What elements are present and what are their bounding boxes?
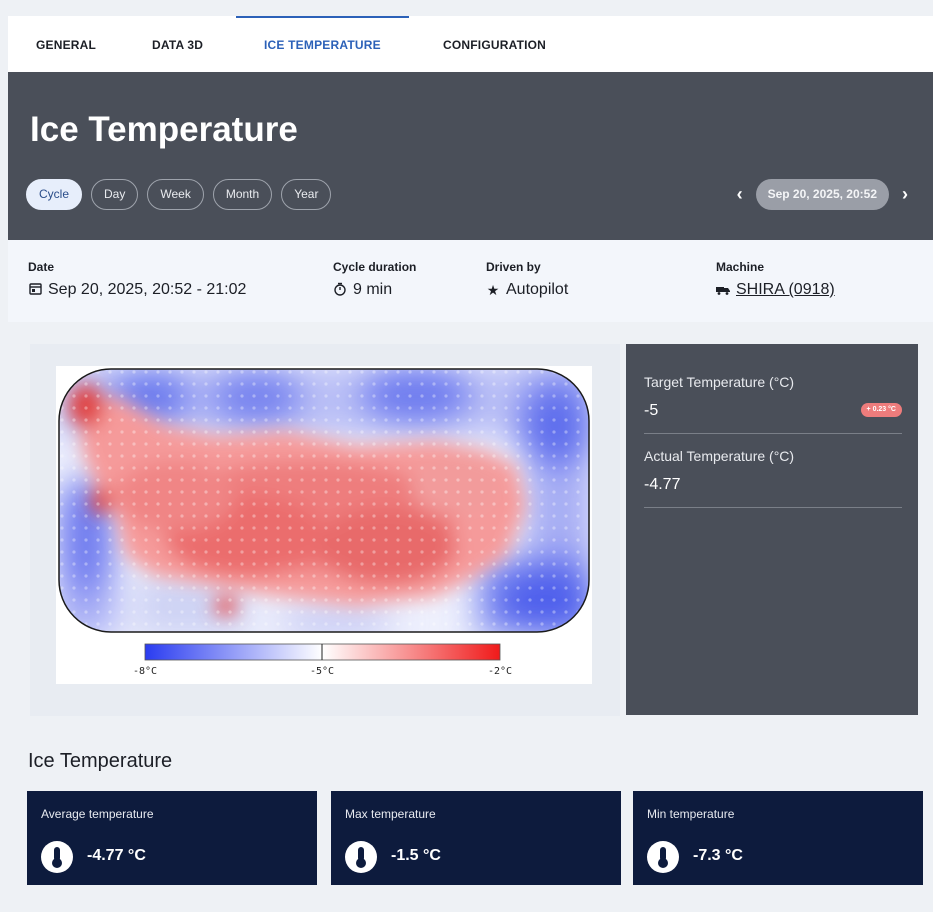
card-value: -4.77 °C xyxy=(87,847,146,864)
scale-label-mid: -5°C xyxy=(310,666,334,677)
average-temperature-card: Average temperature -4.77 °C xyxy=(27,791,317,885)
machine-info: Machine SHIRA (0918) xyxy=(716,260,835,299)
card-value: -1.5 °C xyxy=(391,847,441,864)
tab-bar: GENERAL DATA 3D ICE TEMPERATURE CONFIGUR… xyxy=(8,16,933,72)
date-navigator: ‹ Sep 20, 2025, 20:52 › xyxy=(732,179,913,210)
driven-value-row: ★ Autopilot xyxy=(486,281,569,299)
duration-info: Cycle duration 9 min xyxy=(333,260,416,299)
section-title: Ice Temperature xyxy=(28,750,173,772)
tab-general[interactable]: GENERAL xyxy=(8,16,124,72)
thermometer-icon xyxy=(41,841,73,873)
range-cycle-button[interactable]: Cycle xyxy=(26,179,83,210)
scale-label-min: -8°C xyxy=(133,666,157,677)
range-day-button[interactable]: Day xyxy=(91,179,139,210)
delta-badge: + 0.23 °C xyxy=(860,403,902,417)
date-info: Date Sep 20, 2025, 20:52 - 21:02 xyxy=(28,260,246,299)
actual-temperature-value: -4.77 xyxy=(644,476,681,493)
actual-temperature-label: Actual Temperature (°C) xyxy=(644,448,795,464)
stopwatch-icon xyxy=(333,282,347,299)
chevron-left-icon[interactable]: ‹ xyxy=(732,184,748,205)
card-label: Min temperature xyxy=(647,807,735,821)
ice-heatmap-container: -8°C -5°C -2°C xyxy=(56,366,592,684)
duration-value-row: 9 min xyxy=(333,281,416,299)
target-temperature-label: Target Temperature (°C) xyxy=(644,374,795,390)
star-icon: ★ xyxy=(486,281,500,298)
min-temperature-card: Min temperature -7.3 °C xyxy=(633,791,923,885)
tab-data-3d[interactable]: DATA 3D xyxy=(124,16,231,72)
machine-label: Machine xyxy=(716,260,765,274)
machine-link[interactable]: SHIRA (0918) xyxy=(736,281,835,299)
duration-label: Cycle duration xyxy=(333,260,417,274)
ice-heatmap-panel: -8°C -5°C -2°C xyxy=(30,344,620,716)
actual-temperature-metric: Actual Temperature (°C) -4.77 xyxy=(644,448,902,508)
max-temperature-card: Max temperature -1.5 °C xyxy=(331,791,621,885)
card-label: Average temperature xyxy=(41,807,154,821)
cycle-info-bar: Date Sep 20, 2025, 20:52 - 21:02 Cycle d… xyxy=(8,240,933,322)
target-temperature-metric: Target Temperature (°C) -5 + 0.23 °C xyxy=(644,374,902,434)
range-selector: Cycle Day Week Month Year xyxy=(26,179,332,210)
selected-date-button[interactable]: Sep 20, 2025, 20:52 xyxy=(755,179,889,210)
range-year-button[interactable]: Year xyxy=(281,179,332,210)
chevron-right-icon[interactable]: › xyxy=(897,184,913,205)
scale-label-max: -2°C xyxy=(488,666,512,677)
rink-surface xyxy=(59,369,589,632)
driven-label: Driven by xyxy=(486,260,541,274)
date-label: Date xyxy=(28,260,55,274)
date-value: Sep 20, 2025, 20:52 - 21:02 xyxy=(48,281,247,298)
driven-value: Autopilot xyxy=(506,281,569,298)
machine-value-row: SHIRA (0918) xyxy=(716,281,835,299)
page-header: Ice Temperature Cycle Day Week Month Yea… xyxy=(8,72,933,240)
page-title: Ice Temperature xyxy=(30,110,298,149)
range-week-button[interactable]: Week xyxy=(147,179,204,210)
tab-configuration[interactable]: CONFIGURATION xyxy=(415,16,574,72)
calendar-icon xyxy=(28,282,42,298)
truck-icon xyxy=(716,282,730,298)
date-value-row: Sep 20, 2025, 20:52 - 21:02 xyxy=(28,281,246,299)
card-label: Max temperature xyxy=(345,807,436,821)
thermometer-icon xyxy=(345,841,377,873)
driven-info: Driven by ★ Autopilot xyxy=(486,260,568,299)
card-value: -7.3 °C xyxy=(693,847,743,864)
thermometer-icon xyxy=(647,841,679,873)
range-month-button[interactable]: Month xyxy=(212,179,273,210)
duration-value: 9 min xyxy=(353,281,393,298)
tab-ice-temperature[interactable]: ICE TEMPERATURE xyxy=(236,16,409,72)
temperature-summary-panel: Target Temperature (°C) -5 + 0.23 °C Act… xyxy=(626,344,918,715)
ice-heatmap: -8°C -5°C -2°C xyxy=(58,368,590,677)
